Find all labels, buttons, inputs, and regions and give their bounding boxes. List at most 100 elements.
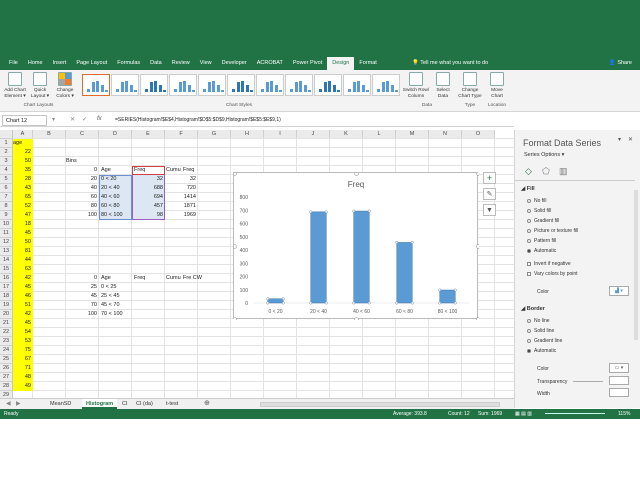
row-header-11[interactable]: 11 — [0, 229, 13, 238]
row-header-13[interactable]: 13 — [0, 247, 13, 256]
zoom-slider[interactable] — [545, 413, 605, 414]
bar-handle[interactable] — [410, 301, 414, 305]
age-cell[interactable]: 50 — [13, 157, 33, 166]
chart-resize-handle[interactable] — [476, 317, 481, 322]
bins-label[interactable]: Bins — [66, 157, 99, 166]
row-header-15[interactable]: 15 — [0, 265, 13, 274]
age-cell[interactable]: age — [13, 139, 33, 148]
row-header-29[interactable]: 29 — [0, 391, 13, 398]
age-cell[interactable]: 71 — [13, 364, 33, 373]
fill-section-header[interactable]: ◢ Fill — [521, 186, 535, 192]
age-cell[interactable]: 47 — [13, 211, 33, 220]
scroll-right-icon[interactable]: ▶ — [16, 399, 21, 409]
bar-handle[interactable] — [281, 297, 285, 301]
bin-cell[interactable]: 25 — [66, 283, 99, 292]
switch-row-column-button[interactable]: Switch Row/ Column — [400, 72, 432, 99]
formula-input[interactable]: =SERIES(Histogram!$E$4,Histogram!$D$5:$D… — [115, 114, 281, 127]
horizontal-scrollbar[interactable] — [260, 402, 500, 407]
change-colors-button[interactable]: Change Colors ▾ — [53, 72, 77, 99]
bar-handle[interactable] — [309, 301, 313, 305]
bar-handle[interactable] — [352, 301, 356, 305]
chart-style-thumbnail[interactable] — [169, 74, 197, 96]
name-box[interactable]: Chart 12 — [2, 115, 47, 126]
row-header-4[interactable]: 4 — [0, 166, 13, 175]
tab-data[interactable]: Data — [145, 57, 167, 70]
fill-option[interactable]: Automatic — [527, 248, 556, 254]
age-cell[interactable]: 43 — [13, 184, 33, 193]
tell-me-box[interactable]: 💡 Tell me what you want to do — [412, 57, 488, 70]
chart-styles-brush-icon[interactable]: ✎ — [483, 188, 496, 200]
row-header-6[interactable]: 6 — [0, 184, 13, 193]
chart-resize-handle[interactable] — [354, 317, 359, 322]
add-chart-element-button[interactable]: Add Chart Element ▾ — [2, 72, 28, 99]
series-options-dropdown[interactable]: Series Options ▾ — [524, 152, 564, 158]
border-option[interactable]: Solid line — [527, 328, 554, 334]
chart-elements-plus-icon[interactable]: + — [483, 172, 496, 184]
dropdown-icon[interactable]: ▾ — [52, 116, 55, 123]
freq2-header[interactable]: Freq — [183, 166, 216, 175]
bar-handle[interactable] — [309, 210, 313, 214]
transparency-slider[interactable] — [573, 381, 603, 382]
border-option[interactable]: Automatic — [527, 348, 556, 354]
bar-1[interactable] — [310, 211, 327, 304]
age-cell[interactable]: 81 — [13, 247, 33, 256]
quick-layout-button[interactable]: Quick Layout ▾ — [29, 72, 51, 99]
age-cell[interactable]: 50 — [13, 238, 33, 247]
age-cell[interactable]: 54 — [13, 328, 33, 337]
fill-color-picker[interactable]: ▟ ▾ — [609, 286, 629, 296]
row-header-23[interactable]: 23 — [0, 337, 13, 346]
bar-handle[interactable] — [324, 301, 328, 305]
chart-style-thumbnail[interactable] — [82, 74, 110, 96]
move-chart-button[interactable]: Move Chart — [486, 72, 508, 99]
row-header-17[interactable]: 17 — [0, 283, 13, 292]
age-cell[interactable]: 42 — [13, 310, 33, 319]
bar-handle[interactable] — [438, 301, 442, 305]
width-input[interactable] — [609, 388, 629, 397]
pane-options-icon[interactable]: ▾ — [618, 136, 621, 143]
chart-resize-handle[interactable] — [232, 171, 237, 176]
bar-handle[interactable] — [367, 209, 371, 213]
tab-formulas[interactable]: Formulas — [112, 57, 145, 70]
age-cell[interactable]: 45 — [13, 283, 33, 292]
age-cell[interactable]: 42 — [13, 274, 33, 283]
bin-cell[interactable]: 100 — [66, 211, 99, 220]
change-chart-type-button[interactable]: Change Chart Type — [456, 72, 484, 99]
bar-3[interactable] — [396, 242, 413, 304]
chart-resize-handle[interactable] — [232, 317, 237, 322]
freq-header[interactable]: Freq — [132, 274, 165, 283]
bin-cell[interactable]: 40 — [66, 184, 99, 193]
chart-style-thumbnail[interactable] — [140, 74, 168, 96]
border-option[interactable]: No line — [527, 318, 550, 324]
sheet-tab-ci-da-[interactable]: CI (da) — [132, 399, 157, 409]
bin-cell[interactable]: 20 — [66, 175, 99, 184]
pane-scrollbar[interactable] — [634, 190, 638, 340]
row-header-8[interactable]: 8 — [0, 202, 13, 211]
row-header-21[interactable]: 21 — [0, 319, 13, 328]
bar-handle[interactable] — [453, 288, 457, 292]
age-cell[interactable]: 45 — [13, 229, 33, 238]
row-header-20[interactable]: 20 — [0, 310, 13, 319]
chart-style-thumbnail[interactable] — [343, 74, 371, 96]
fill-option[interactable]: Solid fill — [527, 208, 551, 214]
chart-style-thumbnail[interactable] — [198, 74, 226, 96]
row-header-27[interactable]: 27 — [0, 373, 13, 382]
row-header-9[interactable]: 9 — [0, 211, 13, 220]
chart-resize-handle[interactable] — [476, 171, 481, 176]
invert-if-negative-checkbox[interactable]: Invert if negative — [527, 261, 571, 267]
vary-colors-checkbox[interactable]: Vary colors by point — [527, 271, 578, 277]
row-header-16[interactable]: 16 — [0, 274, 13, 283]
row-header-14[interactable]: 14 — [0, 256, 13, 265]
age-cell[interactable]: 48 — [13, 373, 33, 382]
age-cell[interactable]: 63 — [13, 265, 33, 274]
tab-home[interactable]: Home — [23, 57, 48, 70]
age-cell[interactable]: 18 — [13, 220, 33, 229]
cumu-cell[interactable]: 1969 — [165, 211, 198, 220]
pane-close-icon[interactable]: ✕ — [628, 136, 633, 143]
tab-power-pivot[interactable]: Power Pivot — [288, 57, 327, 70]
range-cell[interactable]: 0 < 25 — [99, 283, 132, 292]
tab-design[interactable]: Design — [327, 57, 355, 70]
cumu-cell[interactable]: 720 — [165, 184, 198, 193]
chart-title[interactable]: Freq — [348, 180, 364, 189]
age-cell[interactable]: 45 — [13, 319, 33, 328]
age-cell[interactable]: 46 — [13, 292, 33, 301]
